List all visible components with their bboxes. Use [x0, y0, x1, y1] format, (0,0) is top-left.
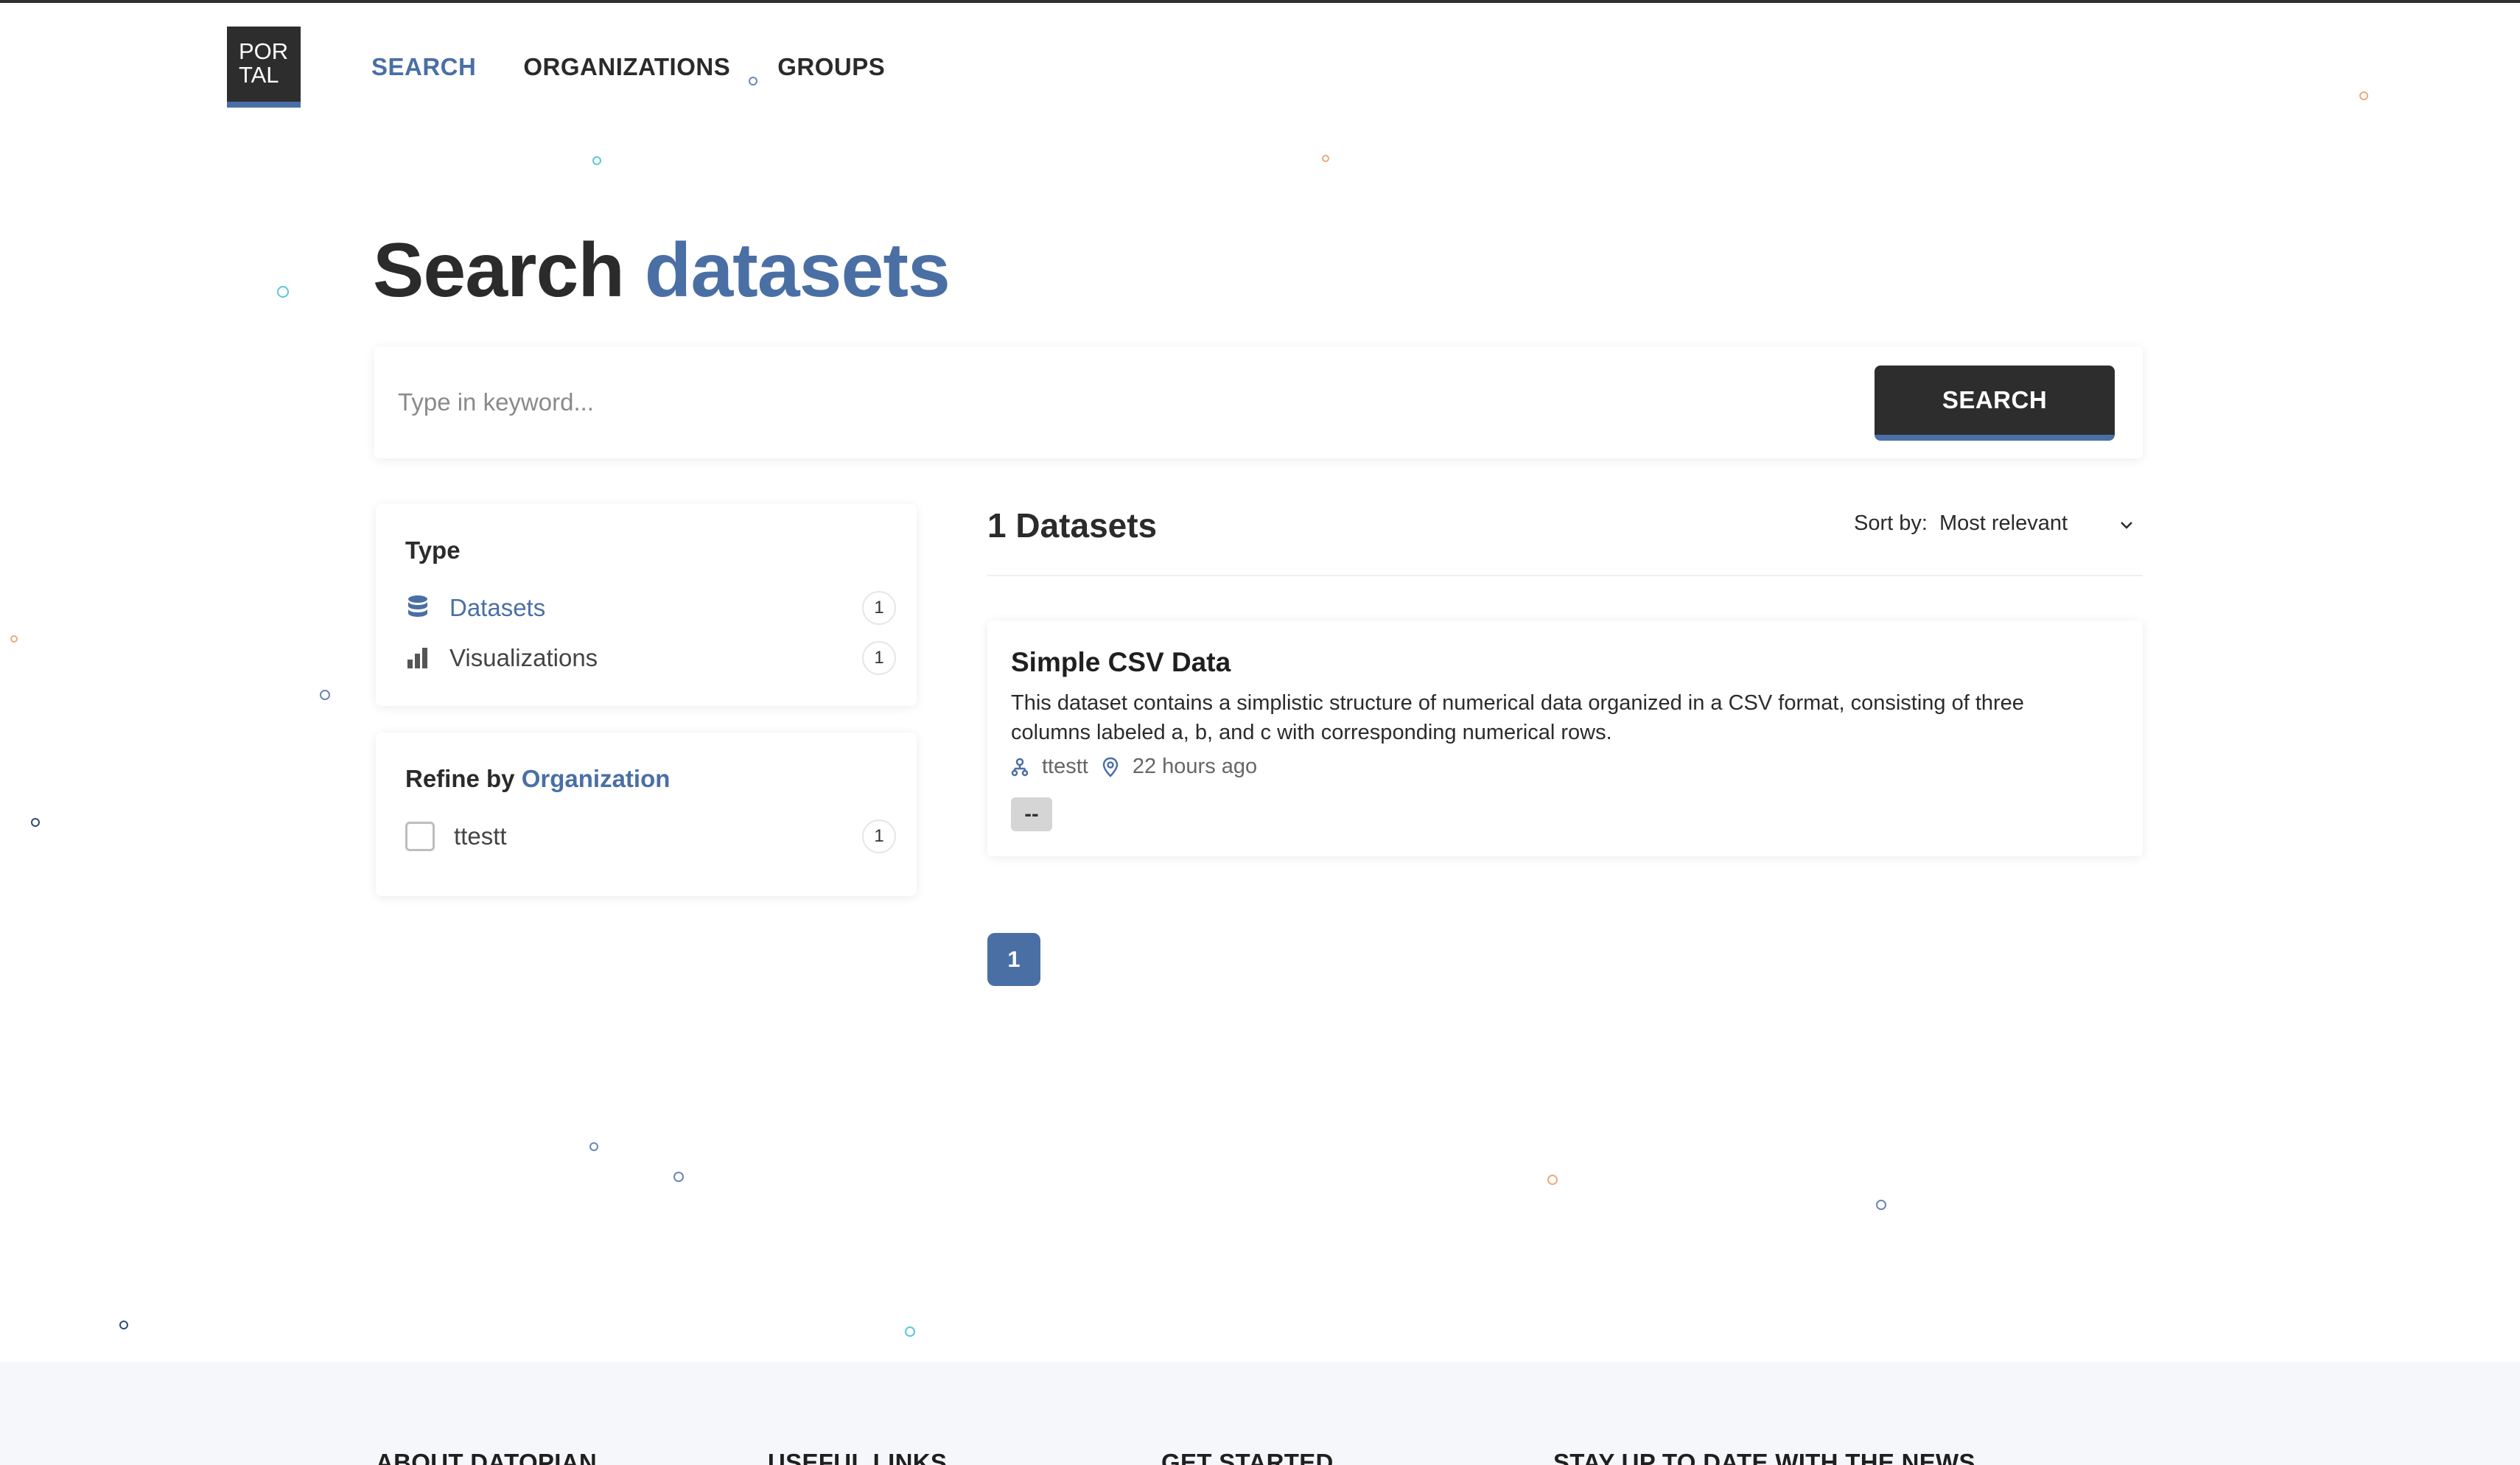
decor-dot: [589, 1142, 598, 1151]
footer-heading-newsletter: STAY UP TO DATE WITH THE NEWS: [1553, 1449, 1975, 1465]
decor-dot: [31, 818, 40, 827]
decor-dot: [905, 1326, 915, 1337]
pagination-page-1[interactable]: 1: [987, 933, 1040, 986]
count-badge: 1: [862, 591, 896, 625]
decor-dot: [749, 77, 757, 85]
decor-dot: [1547, 1175, 1558, 1185]
dataset-description: This dataset contains a simplistic struc…: [1011, 691, 2024, 744]
count-badge: 1: [862, 819, 896, 853]
footer-heading-links: USEFUL LINKS: [768, 1449, 948, 1465]
dataset-updated-time: 22 hours ago: [1132, 755, 1258, 778]
type-filter-title: Type: [405, 536, 461, 564]
results-divider: [987, 575, 2143, 576]
nav-groups[interactable]: GROUPS: [777, 53, 885, 81]
org-filter-item-ttestt[interactable]: ttestt 1: [405, 818, 896, 855]
decor-dot: [1876, 1200, 1886, 1210]
decor-dot: [1322, 155, 1329, 162]
nav-search[interactable]: SEARCH: [371, 53, 476, 81]
bar-chart-icon: [405, 643, 430, 673]
filter-item-label: Datasets: [449, 594, 546, 621]
count-badge: 1: [862, 641, 896, 675]
refine-accent: Organization: [521, 765, 671, 792]
filter-item-label: Visualizations: [449, 644, 598, 671]
chevron-down-icon: [2119, 511, 2134, 536]
decor-dot: [119, 1321, 128, 1329]
decor-dot: [673, 1172, 684, 1182]
location-pin-icon: [1102, 757, 1121, 777]
decor-dot: [10, 635, 18, 643]
search-button[interactable]: SEARCH: [1875, 366, 2115, 441]
dataset-title[interactable]: Simple CSV Data: [1011, 647, 1231, 678]
filter-item-visualizations[interactable]: Visualizations 1: [405, 640, 896, 676]
org-filter-label: ttestt: [454, 822, 507, 850]
organization-filter-card: Refine by Organization ttestt 1: [376, 732, 917, 896]
decor-dot: [277, 286, 289, 298]
org-checkbox[interactable]: [405, 822, 435, 851]
dataset-result-card[interactable]: Simple CSV Data This dataset contains a …: [987, 620, 2143, 856]
database-icon: [405, 593, 430, 623]
type-filter-card: Type Datasets 1 Visualizations 1: [376, 504, 917, 706]
logo-text-line1: POR: [239, 38, 289, 64]
dataset-meta: ttestt 22 hours ago: [1011, 755, 1257, 779]
dataset-format-tag: --: [1011, 797, 1052, 831]
footer: ABOUT DATOPIAN USEFUL LINKS GET STARTED …: [0, 1362, 2520, 1465]
search-input[interactable]: [396, 377, 1873, 427]
portal-logo[interactable]: POR TAL: [227, 27, 301, 108]
refine-title: Refine by Organization: [405, 765, 670, 793]
top-border: [0, 0, 2520, 3]
decor-dot: [2359, 91, 2368, 100]
page-title: Search datasets: [373, 227, 951, 315]
footer-heading-about: ABOUT DATOPIAN: [376, 1449, 597, 1465]
nav-organizations[interactable]: ORGANIZATIONS: [523, 53, 730, 81]
sort-dropdown[interactable]: Sort by: Most relevant: [1854, 511, 2134, 536]
sort-value: Most relevant: [1939, 511, 2068, 535]
logo-text-line2: TAL: [239, 62, 279, 88]
decor-dot: [320, 690, 330, 700]
filter-item-datasets[interactable]: Datasets 1: [405, 590, 896, 626]
results-count: 1 Datasets: [987, 506, 1158, 545]
dataset-organization: ttestt: [1042, 755, 1088, 778]
sort-label: Sort by:: [1854, 511, 1928, 535]
title-main: Search: [373, 228, 625, 313]
title-accent: datasets: [644, 228, 951, 313]
decor-dot: [592, 156, 601, 165]
footer-heading-get-started: GET STARTED: [1161, 1449, 1334, 1465]
organization-icon: [1011, 757, 1030, 777]
search-bar: SEARCH: [374, 346, 2143, 458]
main-nav: SEARCH ORGANIZATIONS GROUPS: [371, 53, 885, 81]
refine-prefix: Refine by: [405, 765, 515, 792]
